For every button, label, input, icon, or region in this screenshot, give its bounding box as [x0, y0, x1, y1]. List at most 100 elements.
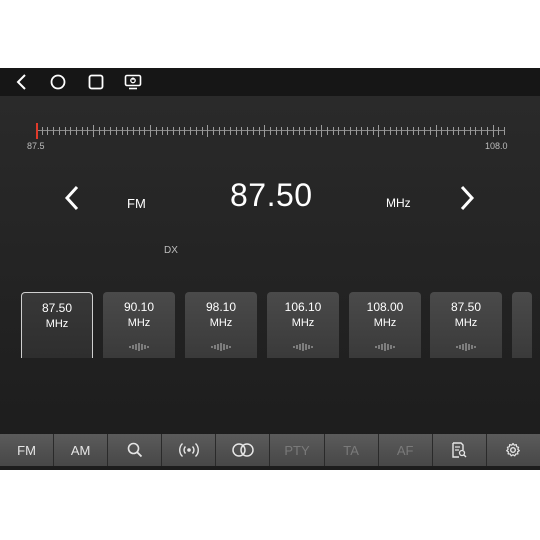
scale-tick: [241, 127, 243, 135]
scale-tick: [201, 127, 203, 135]
recents-button[interactable]: [86, 72, 106, 92]
tab-am[interactable]: AM: [54, 434, 109, 466]
tab-label: AF: [396, 442, 414, 458]
broadcast-icon: [178, 442, 199, 458]
tab-broadcast[interactable]: [162, 434, 217, 466]
preset-5[interactable]: 108.00 MHz: [349, 292, 421, 358]
preset-frequency: 87.50: [450, 300, 482, 314]
chevron-left-icon: [64, 185, 79, 211]
preset-unit: MHz: [454, 317, 478, 329]
audio-wave-icon: [129, 343, 149, 351]
scale-tick: [327, 127, 329, 135]
scale-tick: [184, 127, 186, 135]
back-button[interactable]: [12, 72, 32, 92]
scale-tick: [452, 127, 454, 135]
scale-tick: [212, 127, 214, 135]
preset-3[interactable]: 98.10 MHz: [185, 292, 257, 358]
scale-tick: [230, 127, 232, 135]
tab-ta[interactable]: TA: [324, 434, 379, 466]
preset-1[interactable]: 87.50 MHz: [21, 292, 93, 358]
scale-tick: [47, 127, 49, 135]
scale-tick: [167, 127, 169, 135]
band-label: FM: [127, 196, 146, 211]
scale-tick: [429, 127, 431, 135]
screen-button[interactable]: [123, 72, 143, 92]
scale-tick: [372, 127, 374, 135]
scale-tick: [412, 127, 414, 135]
scale-tick: [446, 127, 448, 135]
audio-wave-icon: [211, 343, 231, 351]
audio-wave-icon: [293, 343, 313, 351]
scale-tick: [64, 127, 66, 135]
audio-wave-icon: [375, 343, 395, 351]
scale-tick: [207, 125, 209, 137]
audio-wave-icon: [46, 341, 69, 353]
preset-frequency: 87.50: [41, 301, 73, 315]
scale-tick: [418, 127, 420, 135]
scale-max-label: 108.0: [485, 141, 508, 151]
scale-tick: [395, 127, 397, 135]
back-icon: [16, 74, 26, 90]
frequency-unit: MHz: [386, 196, 411, 210]
tab-af[interactable]: AF: [378, 434, 433, 466]
scale-tick: [355, 127, 357, 135]
scale-tick: [155, 127, 157, 135]
preset-2[interactable]: 90.10 MHz: [103, 292, 175, 358]
scale-tick: [275, 127, 277, 135]
navigation-bar: [0, 68, 540, 96]
scale-tick: [190, 127, 192, 135]
function-tab-bar: FM AM PTY TA AF: [0, 434, 540, 466]
dx-label[interactable]: DX: [164, 245, 178, 256]
scale-tick: [344, 127, 346, 135]
tab-search[interactable]: [108, 434, 163, 466]
tab-label: PTY: [284, 442, 310, 458]
tab-label: TA: [343, 442, 359, 458]
scale-tick: [498, 127, 500, 135]
preset-7-partial[interactable]: [512, 292, 532, 358]
scale-tick: [70, 127, 72, 135]
stereo-icon: [232, 443, 254, 457]
scale-tick: [441, 127, 443, 135]
scale-tick: [367, 127, 369, 135]
tuning-needle[interactable]: [36, 123, 38, 139]
tab-fm[interactable]: FM: [0, 434, 55, 466]
scale-tick: [270, 127, 271, 135]
scale-tick: [486, 127, 488, 135]
scale-tick: [58, 127, 60, 135]
scale-tick: [464, 127, 466, 135]
scale-tick: [435, 125, 437, 137]
scale-tick: [81, 127, 83, 135]
tab-pty[interactable]: PTY: [270, 434, 325, 466]
scale-tick: [178, 127, 180, 135]
tab-label: AM: [70, 442, 91, 458]
scale-tick: [292, 127, 294, 135]
scale-tick: [384, 127, 386, 135]
scale-tick: [304, 127, 306, 135]
scale-tick: [504, 127, 505, 135]
seek-down-button[interactable]: [62, 184, 82, 212]
preset-list: 87.50 MHz 90.10 MHz 98.10 MHz 106.10 MHz: [0, 292, 540, 358]
scale-tick: [87, 127, 89, 135]
scale-tick: [138, 127, 140, 135]
preset-unit: MHz: [291, 317, 315, 329]
preset-6[interactable]: 87.50 MHz: [430, 292, 502, 358]
tab-settings[interactable]: [486, 434, 540, 466]
scale-tick: [121, 127, 123, 135]
seek-up-button[interactable]: [457, 184, 477, 212]
screen-icon: [124, 74, 142, 90]
scale-tick: [218, 127, 220, 135]
scale-tick: [235, 127, 237, 135]
tab-stereo[interactable]: [216, 434, 271, 466]
scale-tick: [287, 127, 289, 135]
tab-station-list[interactable]: [432, 434, 487, 466]
scale-tick: [247, 127, 249, 135]
tuning-scale[interactable]: [36, 123, 505, 139]
chevron-right-icon: [460, 185, 475, 211]
scale-tick: [127, 127, 129, 135]
scale-tick: [298, 127, 300, 135]
home-button[interactable]: [48, 72, 68, 92]
scale-tick: [469, 127, 471, 135]
scale-tick: [281, 127, 283, 135]
preset-frequency: 90.10: [123, 300, 155, 314]
preset-4[interactable]: 106.10 MHz: [267, 292, 339, 358]
